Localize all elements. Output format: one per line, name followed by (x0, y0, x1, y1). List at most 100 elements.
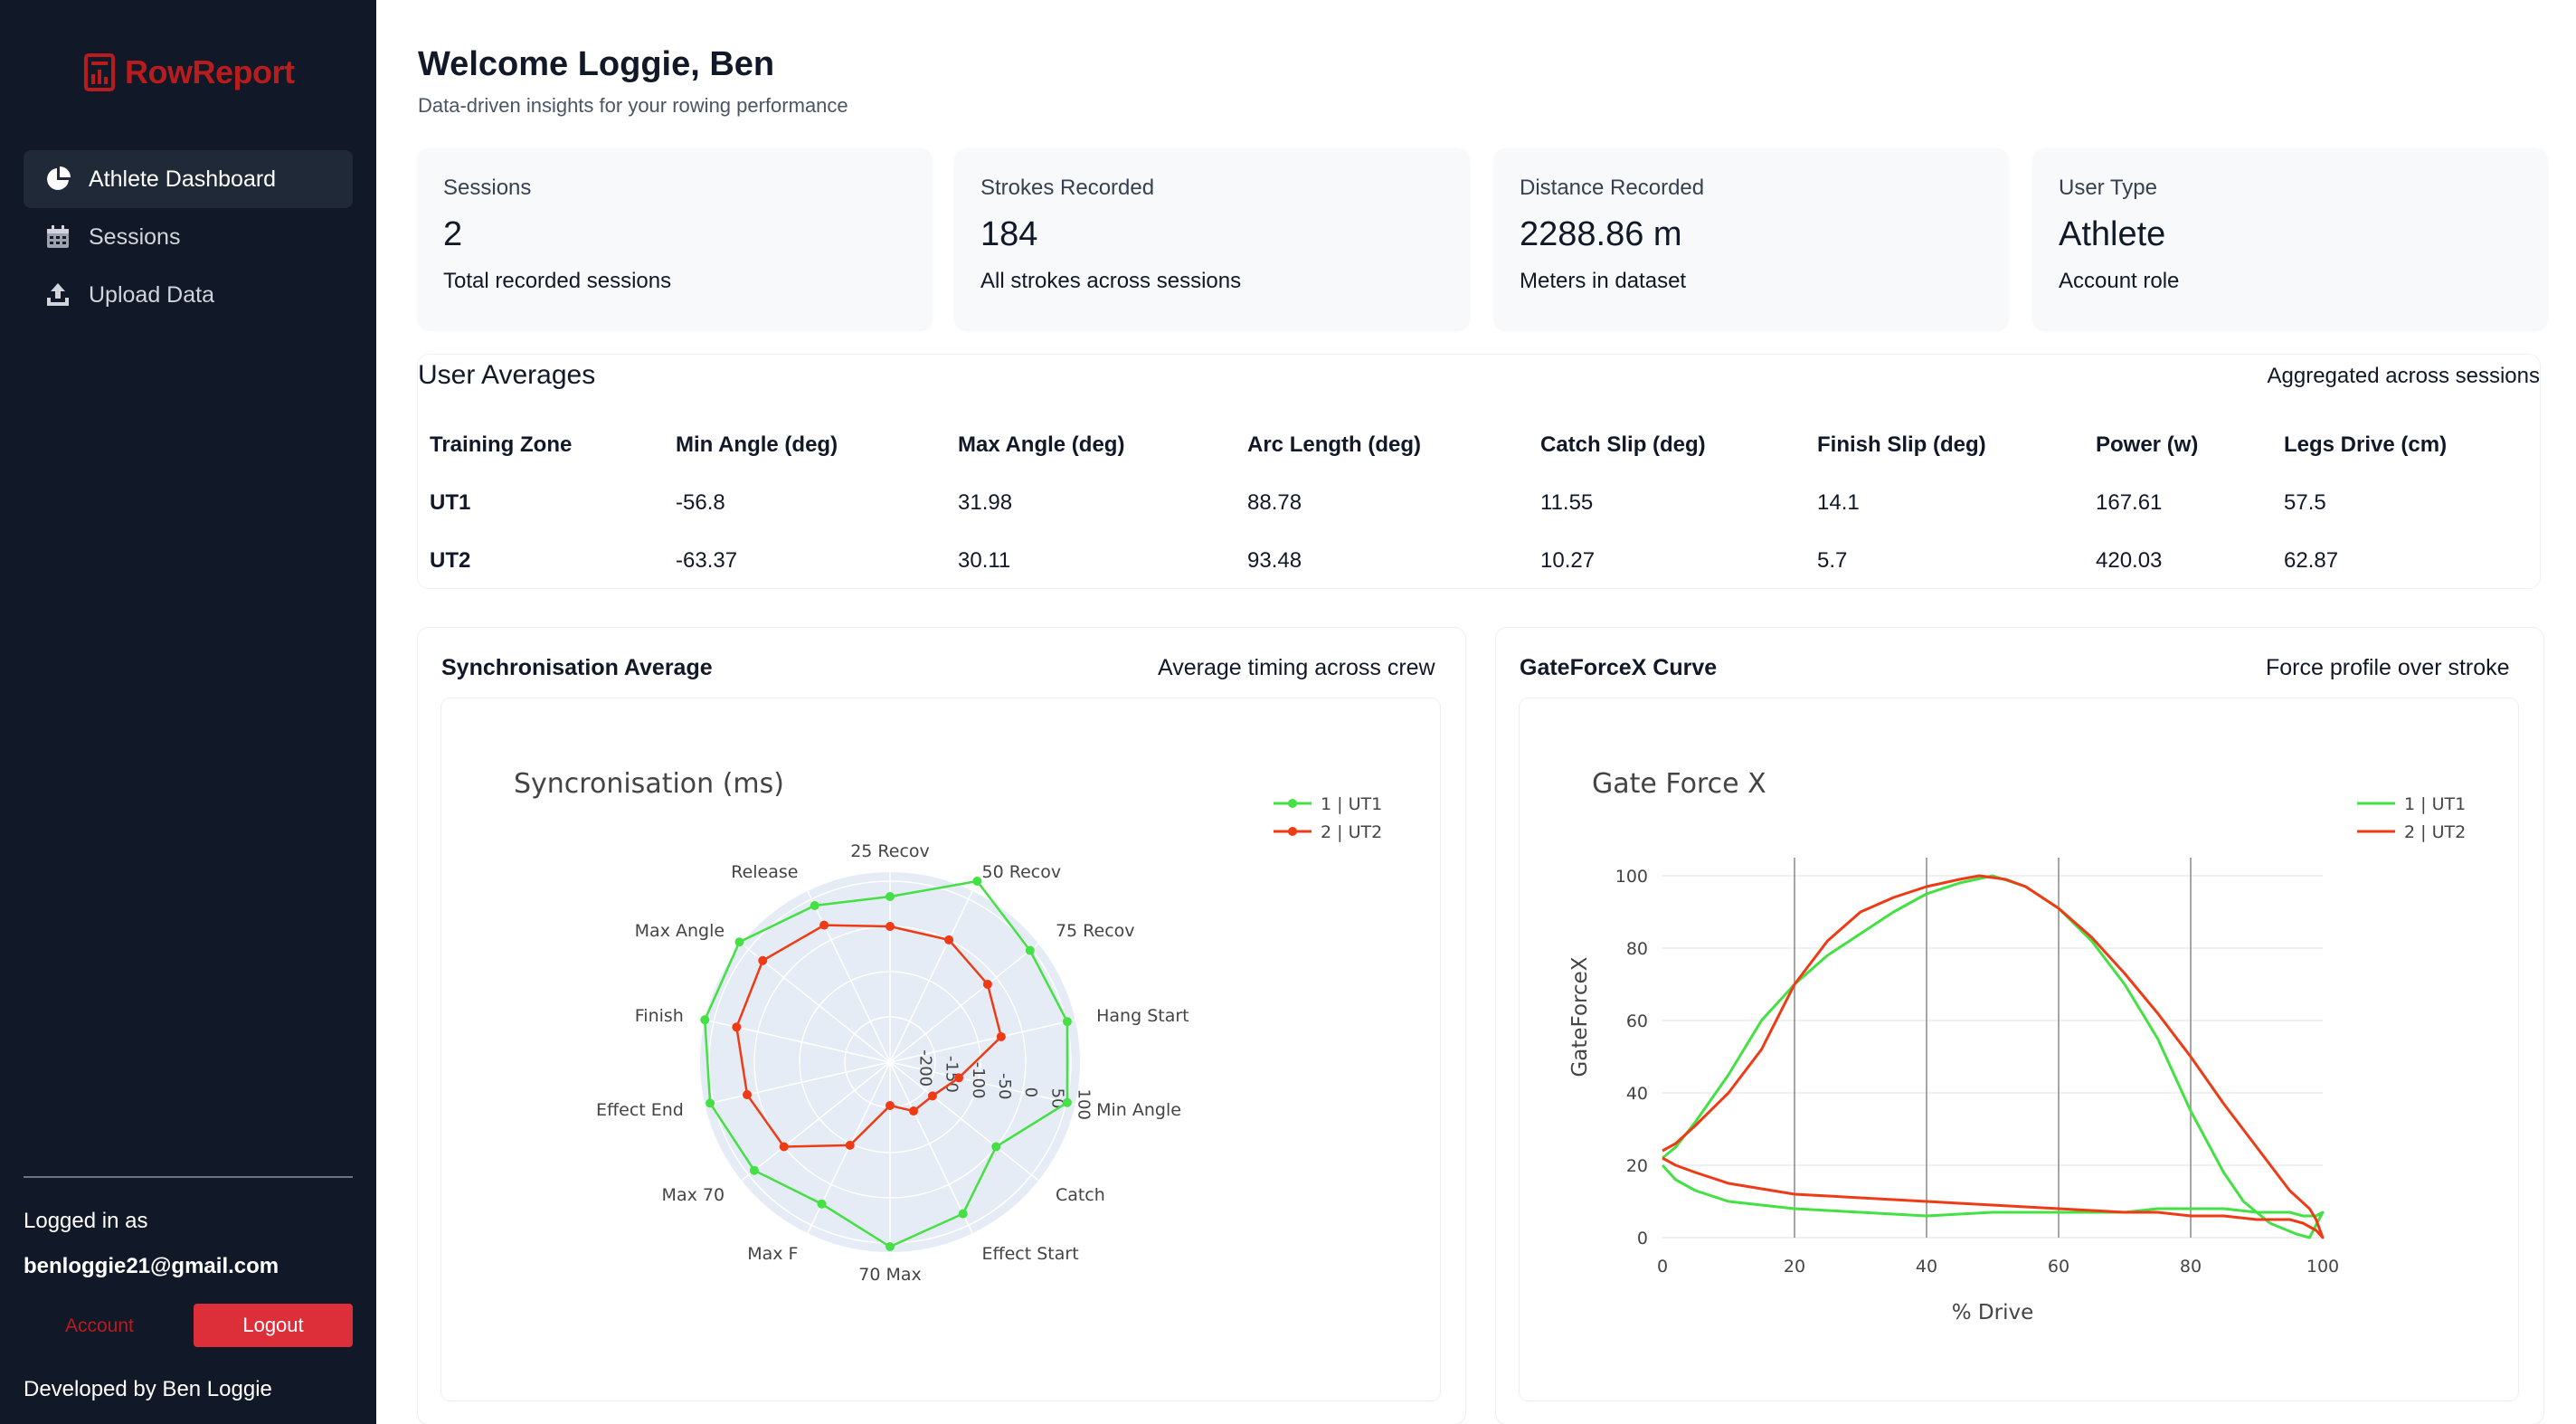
report-icon (84, 53, 115, 91)
radar-tick-label: -50 (995, 1073, 1014, 1099)
user-averages-table: Training Zone Min Angle (deg) Max Angle … (418, 416, 2540, 590)
radar-axis-label: Max F (747, 1244, 798, 1264)
stat-label: Distance Recorded (1520, 176, 1705, 200)
line-series (1662, 874, 2325, 1239)
legend-label: 2 | UT2 (2404, 822, 2466, 842)
user-averages-title: User Averages (418, 360, 596, 390)
radar-axis-label: 50 Recov (982, 862, 1062, 882)
sidebar-item-sessions[interactable]: Sessions (24, 208, 353, 266)
radar-point (819, 920, 829, 930)
user-email: benloggie21@gmail.com (24, 1254, 279, 1278)
stat-desc: Account role (2059, 269, 2180, 293)
radar-axis-label: Effect Start (982, 1244, 1079, 1264)
table-cell: 10.27 (1540, 548, 1596, 573)
table-cell: 5.7 (1817, 548, 1848, 573)
radar-point (886, 1101, 895, 1110)
stat-label: Sessions (443, 176, 532, 200)
table-cell: 57.5 (2284, 490, 2326, 515)
x-axis-label: % Drive (1952, 1301, 2033, 1324)
table-cell: 167.61 (2096, 490, 2163, 515)
calendar-icon (45, 224, 71, 250)
stat-desc: Meters in dataset (1520, 269, 1687, 293)
radar-axis-label: 25 Recov (850, 841, 930, 861)
table-row: UT2 -63.37 30.11 93.48 10.27 5.7 420.03 … (418, 532, 2540, 590)
y-axis-label: GateForceX (1568, 956, 1592, 1077)
radar-axis-label: 70 Max (858, 1265, 922, 1285)
page-subtitle: Data-driven insights for your rowing per… (418, 94, 848, 117)
stat-label: User Type (2059, 176, 2157, 200)
x-tick-label: 0 (1657, 1257, 1668, 1277)
stat-value: 2288.86 m (1520, 215, 1682, 253)
table-cell: 93.48 (1247, 548, 1302, 573)
force-chart-container: Gate Force X 0 20 40 60 80 100 0 20 40 60 80 100 1 … (1520, 698, 2518, 1400)
line-chart[interactable]: Gate Force X 0 20 40 60 80 100 0 20 40 60 80 100 1 … (1520, 698, 2518, 1400)
radar-point (944, 935, 954, 945)
radar-axis-label: Max Angle (635, 921, 724, 941)
table-cell: UT1 (430, 490, 471, 515)
line-series (1661, 874, 2325, 1239)
radar-point (749, 1165, 759, 1175)
radar-tick-label: -100 (969, 1062, 988, 1099)
upload-icon (45, 282, 71, 308)
radar-point (732, 1022, 742, 1032)
x-tick-label: 80 (2180, 1257, 2202, 1277)
legend-label: 1 | UT1 (1321, 794, 1382, 814)
table-cell: -56.8 (676, 490, 725, 515)
user-averages-subtitle: Aggregated across sessions (2267, 364, 2541, 388)
account-link[interactable]: Account (65, 1315, 134, 1337)
radar-point (1025, 945, 1035, 955)
sidebar-item-label: Upload Data (89, 281, 214, 308)
radar-point (886, 892, 895, 901)
sync-chart-container: Syncronisation (ms) 25 Recov 50 Recov 75 R… (441, 698, 1440, 1400)
y-tick-label: 100 (1615, 867, 1648, 887)
radar-axis-label: Hang Start (1096, 1006, 1189, 1026)
legend-label: 2 | UT2 (1321, 822, 1382, 842)
table-cell: UT2 (430, 548, 471, 573)
y-tick-label: 0 (1637, 1229, 1648, 1248)
table-cell: 88.78 (1247, 490, 1302, 515)
sidebar-item-label: Athlete Dashboard (89, 166, 277, 192)
radar-point (845, 1140, 855, 1150)
column-header: Catch Slip (deg) (1540, 432, 1706, 457)
radar-point (1062, 1017, 1072, 1027)
radar-point (817, 1199, 827, 1209)
column-header: Power (w) (2096, 432, 2199, 457)
x-tick-label: 100 (2306, 1257, 2339, 1277)
table-row: UT1 -56.8 31.98 88.78 11.55 14.1 167.61 … (418, 474, 2540, 532)
radar-axis-label: Min Angle (1096, 1100, 1181, 1120)
radar-tick-label: 0 (1021, 1087, 1040, 1097)
legend-marker (1288, 827, 1297, 836)
sidebar-item-label: Sessions (89, 223, 181, 250)
brand-logo[interactable]: RowReport (83, 52, 295, 92)
stat-desc: All strokes across sessions (980, 269, 1242, 293)
radar-point (758, 955, 768, 965)
sidebar-item-athlete-dashboard[interactable]: Athlete Dashboard (24, 150, 353, 208)
x-tick-label: 20 (1784, 1257, 1805, 1277)
radar-point (886, 1242, 895, 1251)
radar-axis-label: Max 70 (662, 1185, 725, 1205)
radar-point (954, 1073, 964, 1083)
force-card-title: GateForceX Curve (1520, 655, 1718, 680)
page-title: Welcome Loggie, Ben (418, 45, 775, 83)
stat-card-sessions: Sessions 2 Total recorded sessions (418, 148, 932, 329)
radar-point (886, 922, 895, 931)
column-header: Max Angle (deg) (958, 432, 1125, 457)
logout-button[interactable]: Logout (194, 1304, 353, 1347)
radar-point (972, 876, 982, 886)
chart-title: Gate Force X (1592, 768, 1766, 800)
radar-point (810, 901, 819, 911)
radar-point (700, 1015, 710, 1025)
y-tick-label: 60 (1626, 1011, 1648, 1031)
stat-card-strokes: Strokes Recorded 184 All strokes across … (955, 148, 1469, 329)
sidebar-divider (24, 1176, 353, 1178)
chart-title: Syncronisation (ms) (514, 768, 784, 800)
sidebar-item-upload-data[interactable]: Upload Data (24, 266, 353, 324)
table-cell: 31.98 (958, 490, 1013, 515)
radar-point (958, 1209, 968, 1219)
column-header: Arc Length (deg) (1247, 432, 1421, 457)
x-tick-label: 60 (2048, 1257, 2069, 1277)
y-tick-label: 80 (1626, 939, 1648, 959)
radar-point (706, 1098, 715, 1108)
radar-chart[interactable]: Syncronisation (ms) 25 Recov 50 Recov 75 R… (441, 698, 1440, 1400)
radar-axis-label: Release (731, 862, 798, 882)
